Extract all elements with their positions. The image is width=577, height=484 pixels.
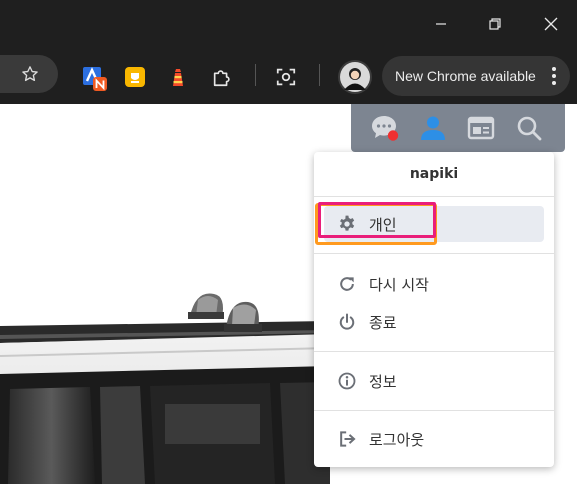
extension-a-n-icon bbox=[83, 67, 107, 91]
close-window-button[interactable] bbox=[526, 0, 576, 48]
menu-divider bbox=[314, 196, 554, 197]
screenshot-button[interactable] bbox=[273, 64, 299, 90]
bookmark-star-button[interactable] bbox=[18, 62, 42, 86]
address-bar[interactable] bbox=[0, 55, 58, 93]
close-icon bbox=[544, 17, 558, 31]
menu-divider bbox=[314, 253, 554, 254]
profile-avatar-button[interactable] bbox=[338, 60, 372, 94]
restore-icon bbox=[489, 18, 501, 30]
more-options-icon bbox=[552, 67, 556, 85]
user-icon bbox=[421, 116, 445, 140]
logout-icon bbox=[336, 428, 358, 450]
search-button[interactable] bbox=[507, 108, 551, 148]
restore-button[interactable] bbox=[470, 0, 520, 48]
refresh-icon bbox=[336, 273, 358, 295]
menu-item-restart[interactable]: 다시 시작 bbox=[324, 266, 544, 302]
card-icon bbox=[467, 116, 495, 140]
menu-item-shutdown[interactable]: 종료 bbox=[324, 304, 544, 340]
new-chrome-available-button[interactable]: New Chrome available bbox=[382, 56, 570, 96]
extension-a-n-button[interactable] bbox=[80, 64, 110, 94]
extensions-button[interactable] bbox=[209, 64, 235, 90]
search-icon bbox=[517, 116, 542, 141]
menu-item-label: 종료 bbox=[369, 313, 397, 332]
extension-lighthouse-icon bbox=[173, 69, 183, 86]
card-button[interactable] bbox=[459, 108, 503, 148]
toolbar-separator bbox=[319, 64, 320, 86]
minimize-button[interactable] bbox=[416, 0, 466, 48]
extension-yellow-note-icon bbox=[125, 67, 145, 87]
menu-item-label: 다시 시작 bbox=[369, 275, 429, 294]
menu-divider bbox=[314, 410, 554, 411]
menu-item-logout[interactable]: 로그아웃 bbox=[324, 421, 544, 457]
menu-item-label: 개인 bbox=[369, 215, 397, 234]
screenshot-icon bbox=[276, 68, 296, 86]
info-icon bbox=[336, 370, 358, 392]
power-icon bbox=[336, 311, 358, 333]
user-dropdown-menu: napiki 개인 다시 시작 종료 정보 로그아웃 bbox=[314, 152, 554, 467]
new-chrome-label: New Chrome available bbox=[395, 68, 536, 84]
chat-icon bbox=[372, 116, 399, 141]
extensions-puzzle-icon bbox=[213, 70, 230, 87]
notification-dot bbox=[387, 130, 399, 141]
menu-divider bbox=[314, 351, 554, 352]
chat-button[interactable] bbox=[363, 108, 407, 148]
extension-lighthouse-button[interactable] bbox=[165, 64, 191, 90]
menu-username: napiki bbox=[409, 166, 459, 182]
gear-icon bbox=[336, 213, 358, 235]
menu-item-label: 로그아웃 bbox=[369, 430, 425, 449]
minimize-icon bbox=[436, 23, 446, 25]
app-header-bar bbox=[351, 104, 565, 152]
browser-title-bar bbox=[0, 0, 577, 48]
toolbar-separator bbox=[255, 64, 256, 86]
bookmark-star-icon bbox=[22, 66, 38, 82]
extension-yellow-note-button[interactable] bbox=[122, 64, 148, 90]
menu-item-info[interactable]: 정보 bbox=[324, 363, 544, 399]
menu-item-label: 정보 bbox=[369, 372, 397, 391]
avatar bbox=[340, 62, 370, 92]
user-menu-button[interactable] bbox=[411, 108, 455, 148]
menu-item-personal[interactable]: 개인 bbox=[324, 206, 544, 242]
